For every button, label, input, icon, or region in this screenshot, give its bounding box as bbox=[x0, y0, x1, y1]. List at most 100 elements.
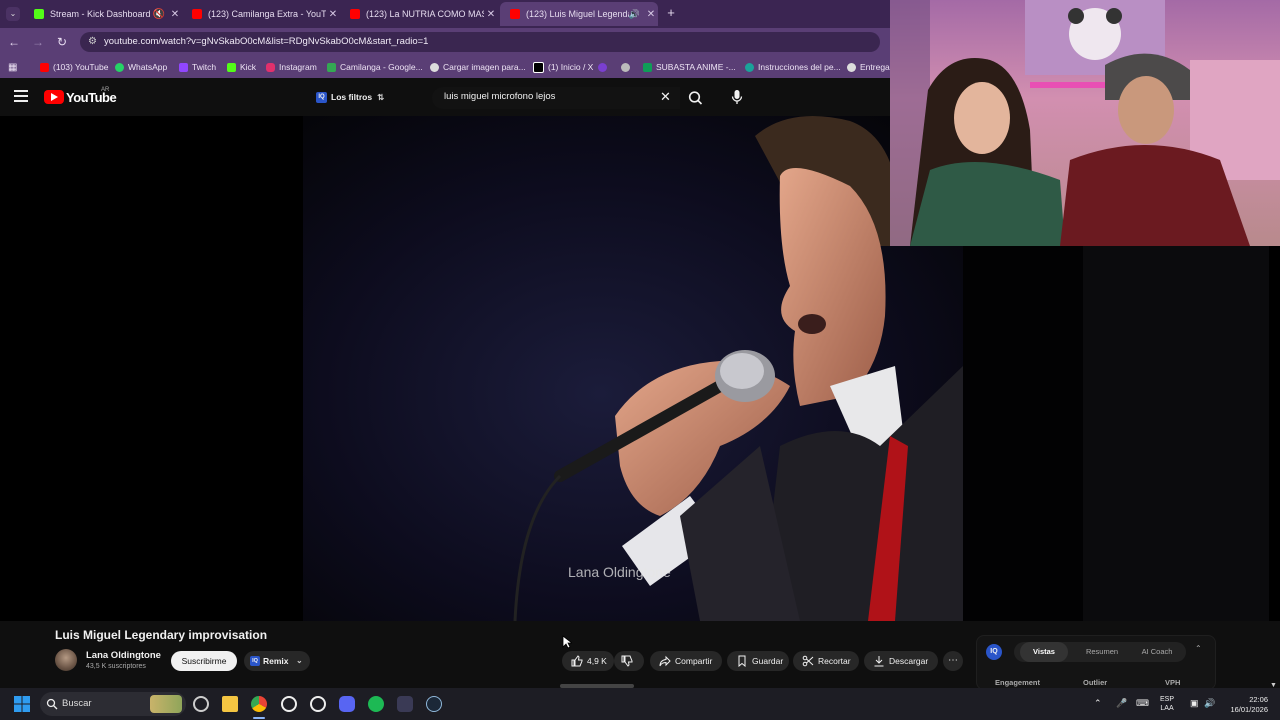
app-icon[interactable] bbox=[193, 696, 209, 712]
thumbs-up-icon bbox=[571, 655, 583, 667]
download-label: Descargar bbox=[889, 656, 929, 666]
voice-search-button[interactable] bbox=[726, 86, 748, 108]
obs-icon[interactable] bbox=[310, 696, 326, 712]
show-hidden-icons[interactable]: ⌃ bbox=[1094, 698, 1102, 709]
reload-button[interactable]: ↻ bbox=[54, 34, 70, 50]
chevron-down-icon: ⌄ bbox=[9, 9, 17, 18]
keyboard-icon[interactable]: ⌨ bbox=[1136, 698, 1149, 709]
app-icon[interactable] bbox=[397, 696, 413, 712]
tab-vistas[interactable]: Vistas bbox=[1020, 642, 1068, 662]
bookmark-item[interactable]: Cargar imagen para... bbox=[430, 60, 526, 74]
input-language[interactable]: ESP LAA bbox=[1160, 695, 1174, 713]
channel-name[interactable]: Lana Oldingtone bbox=[86, 650, 161, 661]
channel-avatar[interactable] bbox=[55, 649, 77, 671]
download-icon bbox=[874, 656, 884, 667]
bookmark-item[interactable]: Twitch bbox=[179, 60, 216, 74]
tab-search-button[interactable]: ⌄ bbox=[6, 7, 20, 21]
site-info-icon[interactable]: ⚙ bbox=[88, 32, 97, 52]
browser-toolbar: ← → ↻ ⚙ youtube.com/watch?v=gNvSkabO0cM&… bbox=[0, 28, 890, 56]
chrome-icon[interactable] bbox=[251, 696, 267, 712]
system-clock[interactable]: 22:06 16/01/2026 bbox=[1222, 695, 1268, 715]
spotify-icon[interactable] bbox=[368, 696, 384, 712]
dislike-button[interactable] bbox=[614, 651, 644, 671]
notification-icon[interactable]: ▼ bbox=[1270, 682, 1277, 689]
tab-close-icon[interactable]: ✕ bbox=[168, 9, 182, 20]
forward-button[interactable]: → bbox=[30, 34, 46, 50]
collapse-panel-icon[interactable]: ⌃ bbox=[1195, 644, 1202, 653]
microphone-icon bbox=[731, 90, 743, 104]
search-button[interactable] bbox=[684, 87, 708, 109]
taskbar-search[interactable]: Buscar bbox=[40, 692, 186, 716]
tab-title: Stream - Kick Dashboard bbox=[50, 9, 151, 19]
display-icon[interactable]: ▣ bbox=[1190, 698, 1199, 709]
bookmark-item[interactable]: Instagram bbox=[266, 60, 317, 74]
back-button[interactable]: ← bbox=[6, 34, 22, 50]
tab-resumen[interactable]: Resumen bbox=[1076, 642, 1128, 662]
tab-close-icon[interactable]: ✕ bbox=[644, 9, 658, 20]
steelseries-icon[interactable] bbox=[281, 696, 297, 712]
volume-icon[interactable]: 🔊 bbox=[1204, 698, 1215, 709]
share-button[interactable]: Compartir bbox=[650, 651, 722, 671]
steam-icon[interactable] bbox=[426, 696, 442, 712]
bookmark-item[interactable]: Instrucciones del pe... bbox=[745, 60, 841, 74]
youtube-icon bbox=[40, 62, 49, 72]
more-actions-button[interactable]: ⋯ bbox=[943, 651, 963, 671]
youtube-logo-icon[interactable] bbox=[44, 90, 64, 104]
bookmark-label: Entrega bbox=[860, 62, 890, 72]
bookmark-label: Kick bbox=[240, 62, 257, 72]
browser-tab[interactable]: (123) La NUTRIA COMO MASCO ✕ bbox=[340, 2, 498, 26]
browser-tab-active[interactable]: (123) Luis Miguel Legendary 🔊 ✕ bbox=[500, 2, 658, 26]
tab-title: (123) Luis Miguel Legendary bbox=[526, 9, 629, 19]
tab-close-icon[interactable]: ✕ bbox=[326, 9, 340, 20]
chevron-down-icon: ⌄ bbox=[296, 656, 303, 665]
plus-icon: + bbox=[667, 5, 675, 20]
more-icon: ⋯ bbox=[948, 655, 958, 666]
search-input[interactable]: luis miguel microfono lejos ✕ bbox=[432, 87, 680, 109]
share-icon bbox=[659, 655, 671, 667]
windows-start-icon[interactable] bbox=[14, 696, 30, 712]
share-label: Compartir bbox=[675, 656, 713, 666]
kick-icon bbox=[227, 62, 236, 72]
bookmark-label: (103) YouTube bbox=[53, 62, 109, 72]
bookmark-item[interactable]: Kick bbox=[227, 60, 256, 74]
subscribe-button[interactable]: Suscribirme bbox=[171, 651, 237, 671]
microphone-icon[interactable]: 🎤 bbox=[1116, 698, 1127, 709]
bookmark-item[interactable]: SUBASTA ANIME -... bbox=[643, 60, 736, 74]
bookmark-item[interactable] bbox=[621, 60, 634, 74]
tab-ai-coach[interactable]: AI Coach bbox=[1132, 642, 1182, 662]
download-button[interactable]: Descargar bbox=[864, 651, 938, 671]
bookmark-label: Instagram bbox=[279, 62, 317, 72]
save-button[interactable]: Guardar bbox=[727, 651, 789, 671]
apps-button[interactable]: ▦ bbox=[8, 60, 17, 74]
address-bar[interactable]: ⚙ youtube.com/watch?v=gNvSkabO0cM&list=R… bbox=[80, 32, 880, 52]
bookmark-item[interactable]: Camilanga - Google... bbox=[327, 60, 423, 74]
bookmark-item[interactable] bbox=[598, 60, 611, 74]
filters-label: Los filtros bbox=[331, 92, 373, 102]
like-button[interactable]: 4,9 K bbox=[562, 651, 614, 671]
clear-search-icon[interactable]: ✕ bbox=[660, 89, 671, 105]
remix-label: Remix bbox=[263, 656, 289, 666]
browser-tab[interactable]: (123) Camilanga Extra - YouTube ✕ bbox=[182, 2, 340, 26]
bookmark-item[interactable]: (103) YouTube bbox=[40, 60, 108, 74]
country-code: AR bbox=[101, 87, 110, 93]
bookmark-item[interactable]: Entrega bbox=[847, 60, 890, 74]
bookmark-item[interactable]: (1) Inicio / X bbox=[533, 60, 593, 74]
bookmark-favicon-icon bbox=[598, 62, 607, 72]
muted-speaker-icon[interactable]: 🔇 bbox=[152, 9, 166, 20]
subscriber-count: 43,5 K suscriptores bbox=[86, 663, 146, 670]
tab-close-icon[interactable]: ✕ bbox=[484, 9, 498, 20]
metric-engagement: Engagement bbox=[995, 678, 1041, 687]
like-count: 4,9 K bbox=[587, 656, 607, 666]
scissors-icon bbox=[802, 655, 814, 667]
bookmark-item[interactable]: WhatsApp bbox=[115, 60, 167, 74]
clip-button[interactable]: Recortar bbox=[793, 651, 859, 671]
menu-icon[interactable] bbox=[14, 90, 28, 102]
browser-tab[interactable]: Stream - Kick Dashboard 🔇 ✕ bbox=[24, 2, 182, 26]
bookmark-favicon-icon bbox=[745, 62, 754, 72]
remix-button[interactable]: IQ Remix ⌄ bbox=[244, 651, 310, 671]
new-tab-button[interactable]: + bbox=[664, 6, 678, 20]
file-explorer-icon[interactable] bbox=[222, 696, 238, 712]
discord-icon[interactable] bbox=[339, 696, 355, 712]
speaker-icon[interactable]: 🔊 bbox=[629, 9, 640, 20]
filters-button[interactable]: IQ Los filtros ⇅ bbox=[316, 90, 384, 104]
